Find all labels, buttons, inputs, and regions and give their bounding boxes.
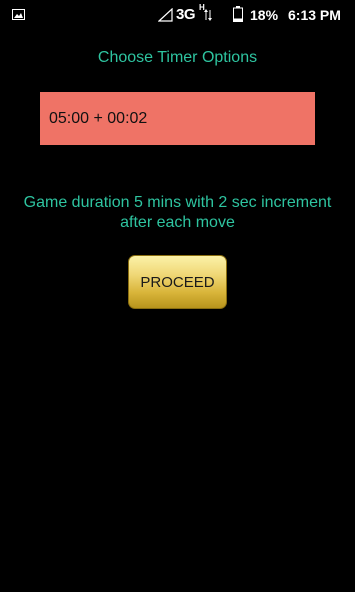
image-icon <box>12 9 25 20</box>
network-type-label: 3G <box>176 6 196 23</box>
timer-description: Game duration 5 mins with 2 sec incremen… <box>23 194 332 231</box>
proceed-button-label: PROCEED <box>140 273 215 291</box>
battery-icon <box>233 6 243 22</box>
signal-icon <box>158 8 173 22</box>
timer-option-field[interactable]: 05:00 + 00:02 <box>40 92 315 145</box>
proceed-button[interactable]: PROCEED <box>128 255 227 309</box>
status-bar: 3G H 18% 6:13 PM <box>0 0 355 30</box>
timer-option-value: 05:00 + 00:02 <box>49 109 148 127</box>
data-arrows-icon <box>204 9 212 21</box>
page-title: Choose Timer Options <box>97 49 258 66</box>
clock-time: 6:13 PM <box>288 7 341 23</box>
battery-percent: 18% <box>250 7 279 23</box>
